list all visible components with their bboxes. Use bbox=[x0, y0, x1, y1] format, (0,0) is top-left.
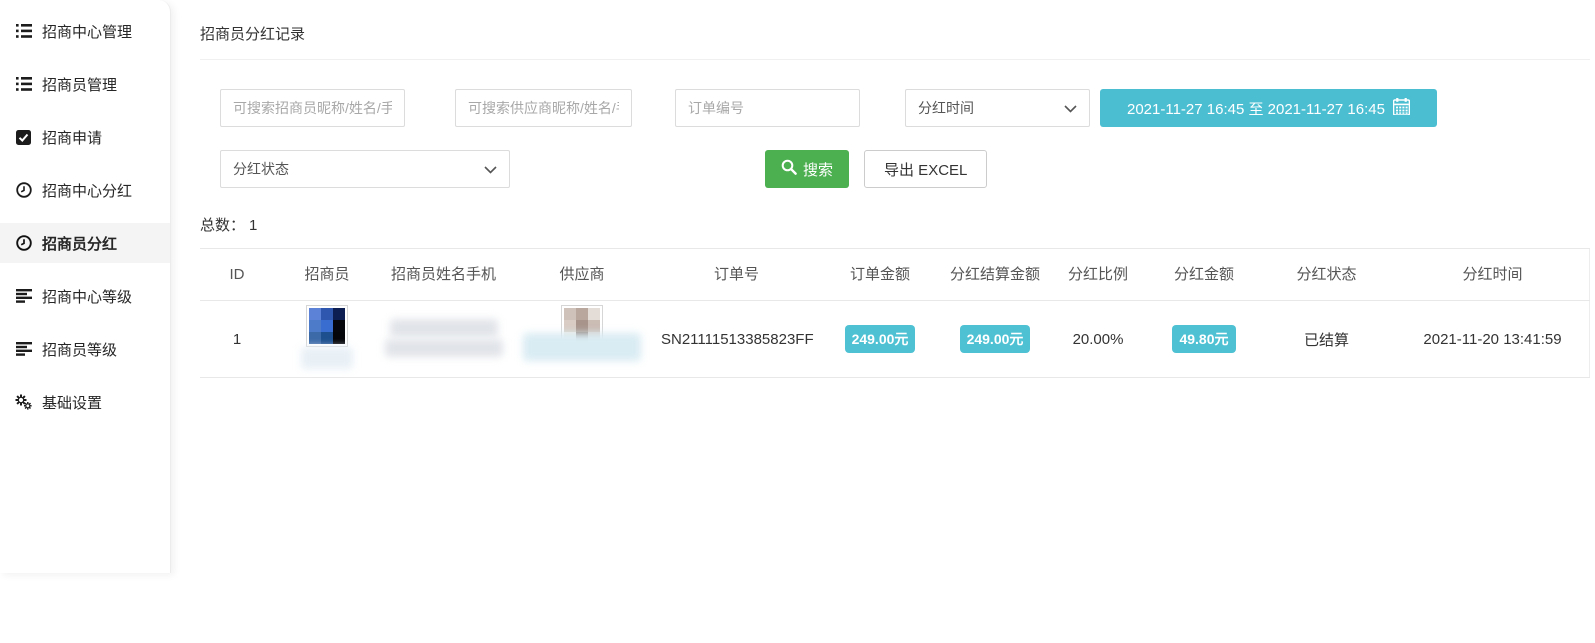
total-count-value: 1 bbox=[249, 217, 257, 234]
filter-area: 分红时间 2021-11-27 16:45 至 2021-11-27 16:45… bbox=[200, 60, 1590, 188]
total-count-label: 总数： bbox=[200, 217, 245, 234]
sidebar-item-basic-settings[interactable]: 基础设置 bbox=[0, 382, 170, 422]
time-type-select[interactable]: 分红时间 bbox=[905, 89, 1090, 127]
cell-supplier bbox=[507, 301, 657, 378]
cell-dividend-amount: 49.80元 bbox=[1150, 301, 1258, 378]
col-header-merchant: 招商员 bbox=[274, 249, 380, 301]
export-excel-button[interactable]: 导出 EXCEL bbox=[864, 150, 987, 188]
main-content: 招商员分红记录 分红时间 2021-11-27 16:45 至 2021-11-… bbox=[200, 0, 1590, 378]
search-button[interactable]: 搜索 bbox=[765, 150, 849, 188]
time-type-select-value: 分红时间 bbox=[918, 98, 974, 118]
sidebar: 招商中心管理 招商员管理 招商申请 招商中心分红 招商员分红 招商中心等级 bbox=[0, 0, 171, 573]
redacted-name-phone bbox=[385, 339, 503, 357]
supplier-search-input[interactable] bbox=[455, 89, 632, 127]
search-button-label: 搜索 bbox=[803, 159, 833, 180]
cell-order-no: SN21111513385823FF bbox=[657, 301, 816, 378]
col-header-order-no: 订单号 bbox=[657, 249, 816, 301]
dividend-table: ID 招商员 招商员姓名手机 供应商 订单号 订单金额 分红结算金额 分红比例 … bbox=[200, 248, 1590, 378]
cell-ratio: 20.00% bbox=[1046, 301, 1150, 378]
sidebar-item-label: 招商中心等级 bbox=[42, 286, 132, 307]
list-icon bbox=[15, 76, 32, 93]
sidebar-item-label: 招商员等级 bbox=[42, 339, 117, 360]
order-no-input[interactable] bbox=[675, 89, 860, 127]
sidebar-item-label: 招商员分红 bbox=[42, 233, 117, 254]
cell-status: 已结算 bbox=[1258, 301, 1395, 378]
sidebar-item-label: 招商员管理 bbox=[42, 74, 117, 95]
sidebar-item-center-level[interactable]: 招商中心等级 bbox=[0, 276, 170, 316]
cell-merchant-name-phone bbox=[380, 301, 507, 378]
sidebar-item-label: 招商申请 bbox=[42, 127, 102, 148]
gears-icon bbox=[15, 394, 32, 411]
col-header-time: 分红时间 bbox=[1395, 249, 1590, 301]
chevron-down-icon bbox=[484, 161, 497, 177]
col-header-ratio: 分红比例 bbox=[1046, 249, 1150, 301]
calendar-icon bbox=[1393, 98, 1410, 119]
filter-row-1: 分红时间 2021-11-27 16:45 至 2021-11-27 16:45 bbox=[200, 89, 1590, 127]
settle-amount-badge: 249.00元 bbox=[960, 325, 1031, 353]
sidebar-item-center-dividend[interactable]: 招商中心分红 bbox=[0, 170, 170, 210]
align-left-icon bbox=[15, 288, 32, 305]
sidebar-item-label: 招商中心分红 bbox=[42, 180, 132, 201]
table-header-row: ID 招商员 招商员姓名手机 供应商 订单号 订单金额 分红结算金额 分红比例 … bbox=[200, 249, 1590, 301]
list-icon bbox=[15, 23, 32, 40]
cell-merchant bbox=[274, 301, 380, 378]
clock-icon bbox=[15, 235, 32, 252]
date-range-label: 2021-11-27 16:45 至 2021-11-27 16:45 bbox=[1127, 98, 1385, 119]
col-header-supplier: 供应商 bbox=[507, 249, 657, 301]
sidebar-item-merchant-apply[interactable]: 招商申请 bbox=[0, 117, 170, 157]
merchant-avatar[interactable] bbox=[306, 305, 348, 347]
page-title: 招商员分红记录 bbox=[200, 0, 1590, 60]
clock-icon bbox=[15, 182, 32, 199]
sidebar-item-merchant-center-mgmt[interactable]: 招商中心管理 bbox=[0, 11, 170, 51]
sidebar-item-merchant-staff-mgmt[interactable]: 招商员管理 bbox=[0, 64, 170, 104]
check-square-icon bbox=[15, 129, 32, 146]
cell-id: 1 bbox=[200, 301, 274, 378]
table-row: 1 bbox=[200, 301, 1590, 378]
cell-settle-amount: 249.00元 bbox=[944, 301, 1046, 378]
sidebar-item-staff-level[interactable]: 招商员等级 bbox=[0, 329, 170, 369]
search-icon bbox=[781, 159, 797, 179]
col-header-merchant-name-phone: 招商员姓名手机 bbox=[380, 249, 507, 301]
col-header-settle-amount: 分红结算金额 bbox=[944, 249, 1046, 301]
redacted-name-phone bbox=[390, 319, 498, 337]
total-count: 总数：1 bbox=[200, 214, 1590, 235]
chevron-down-icon bbox=[1064, 100, 1077, 116]
col-header-id: ID bbox=[200, 249, 274, 301]
col-header-status: 分红状态 bbox=[1258, 249, 1395, 301]
redacted-merchant-nickname bbox=[301, 347, 353, 369]
cell-time: 2021-11-20 13:41:59 bbox=[1395, 301, 1590, 378]
date-range-button[interactable]: 2021-11-27 16:45 至 2021-11-27 16:45 bbox=[1100, 89, 1437, 127]
col-header-dividend-amount: 分红金额 bbox=[1150, 249, 1258, 301]
col-header-order-amount: 订单金额 bbox=[816, 249, 944, 301]
dividend-status-select[interactable]: 分红状态 bbox=[220, 150, 510, 188]
sidebar-item-label: 招商中心管理 bbox=[42, 21, 132, 42]
filter-row-2: 分红状态 搜索 导出 EXCEL bbox=[200, 150, 1590, 188]
align-left-icon bbox=[15, 341, 32, 358]
sidebar-item-staff-dividend[interactable]: 招商员分红 bbox=[0, 223, 170, 263]
redacted-supplier-name bbox=[523, 333, 641, 361]
dividend-status-select-value: 分红状态 bbox=[233, 159, 289, 179]
sidebar-item-label: 基础设置 bbox=[42, 392, 102, 413]
order-amount-badge: 249.00元 bbox=[845, 325, 916, 353]
merchant-search-input[interactable] bbox=[220, 89, 405, 127]
cell-order-amount: 249.00元 bbox=[816, 301, 944, 378]
dividend-amount-badge: 49.80元 bbox=[1172, 325, 1235, 353]
